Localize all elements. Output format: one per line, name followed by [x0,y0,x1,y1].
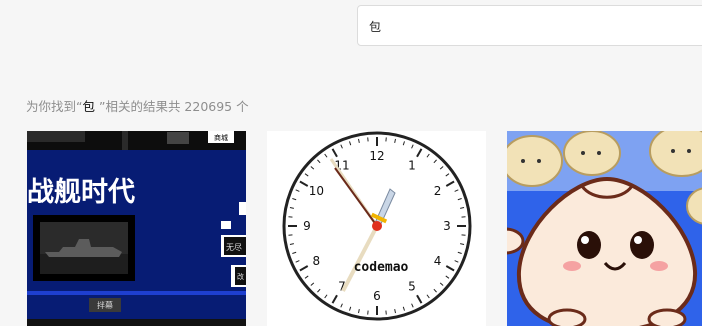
clock-number: 6 [373,289,381,303]
clock-number: 10 [309,184,324,198]
result-summary: 为你找到“包 ”相关的结果共 220695 个 [26,96,249,115]
result-card-bun[interactable] [507,131,702,326]
clock-number: 8 [313,254,321,268]
result-suffix: ”相关的结果共 220695 个 [95,99,249,114]
label-upgrade: 改 [237,272,244,281]
result-card-clock[interactable]: 12 1 2 3 4 5 6 7 8 9 10 11 codemao [267,131,486,326]
label-barrage: 拌幕 [97,300,113,310]
clock-number: 1 [408,158,416,172]
search-input[interactable] [369,16,689,36]
search-box[interactable] [357,5,702,46]
warship-thumbnail: 商城 战舰时代 无尽 改 拌幕 [27,131,246,326]
bun-thumbnail [507,131,702,326]
clock-number: 2 [434,184,442,198]
result-prefix: 为你找到“ [26,99,83,114]
result-card-warship[interactable]: 商城 战舰时代 无尽 改 拌幕 [27,131,246,326]
clock-number: 3 [443,219,451,233]
corner-label: 商城 [214,133,228,142]
warship-title-art: 战舰时代 [27,176,135,208]
result-keyword: 包 [82,99,95,114]
label-endless: 无尽 [226,243,242,252]
clock-number: 4 [434,254,442,268]
clock-brand: codemao [354,260,409,275]
clock-number: 9 [303,219,311,233]
clock-number: 12 [369,149,384,163]
clock-number: 5 [408,280,416,294]
clock-thumbnail: 121234567891011 codemao [267,131,486,326]
